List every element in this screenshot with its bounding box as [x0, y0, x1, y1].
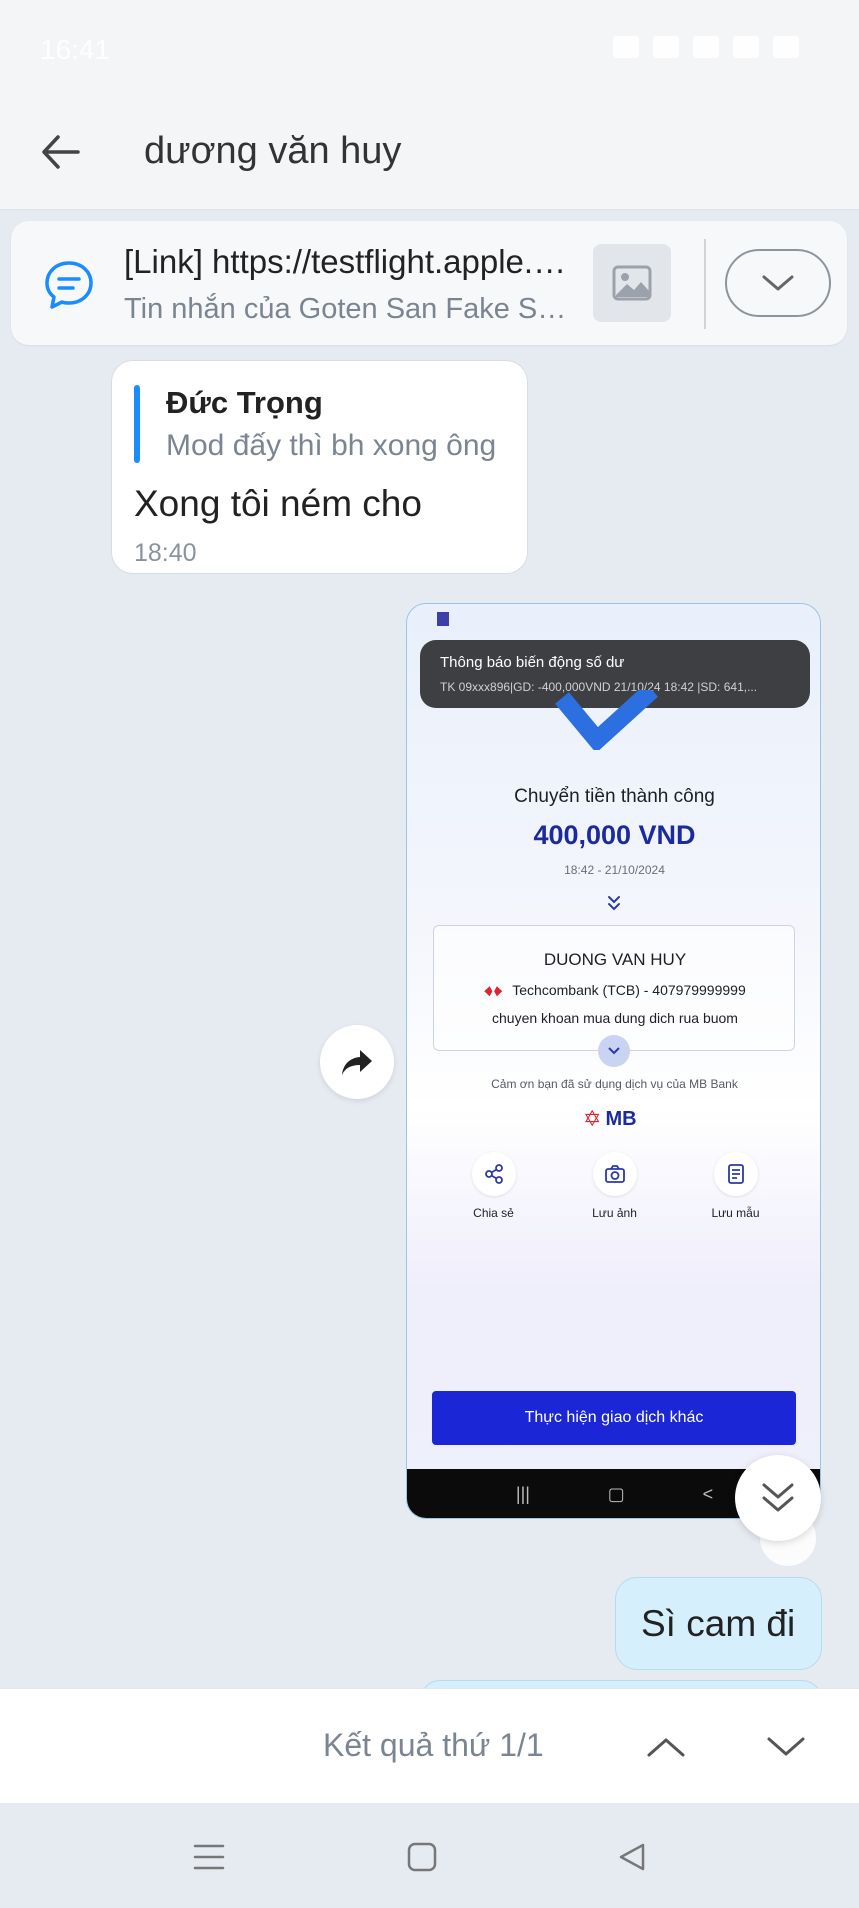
action-label: Chia sẻ: [473, 1206, 514, 1220]
receipt-actions: Chia sẻ Lưu ảnh Lưu mẫu: [407, 1152, 820, 1220]
action-label: Lưu mẫu: [711, 1206, 760, 1220]
result-counter: Kết quả thứ 1/1: [323, 1727, 544, 1763]
action-label: Lưu ảnh: [592, 1206, 637, 1220]
outgoing-message[interactable]: Sì cam đi: [615, 1577, 822, 1670]
app-status-icon: [437, 612, 449, 626]
share-icon: [471, 1152, 516, 1196]
recent-apps-button[interactable]: [185, 1833, 233, 1881]
recipient-bank: Techcombank (TCB) - 407979999999: [434, 982, 796, 998]
image-icon: [612, 265, 652, 301]
quote-bar: [134, 385, 140, 463]
recipient-card: DUONG VAN HUY Techcombank (TCB) - 407979…: [433, 925, 795, 1051]
home-button[interactable]: [398, 1833, 446, 1881]
chevron-down-icon: [762, 275, 794, 291]
pinned-message[interactable]: [Link] https://testflight.apple.com/join…: [11, 221, 847, 345]
back-icon: <: [702, 1484, 714, 1504]
system-back-button[interactable]: [608, 1833, 656, 1881]
expand-details-icon: [598, 1035, 630, 1067]
transfer-datetime: 18:42 - 21/10/2024: [564, 863, 665, 877]
system-nav-bar: [0, 1803, 859, 1908]
forward-button[interactable]: [320, 1025, 394, 1099]
transfer-memo: chuyen khoan mua dung dich rua buom: [492, 1010, 738, 1026]
search-query[interactable]: dương văn huy: [144, 130, 401, 173]
previous-result-button[interactable]: [638, 1719, 694, 1775]
double-chevron-down-icon: [762, 1483, 794, 1512]
status-bar: 16:41: [0, 0, 859, 95]
pinned-expand-button[interactable]: [725, 249, 831, 317]
double-chevron-down-icon: [608, 896, 620, 911]
next-result-button[interactable]: [758, 1719, 814, 1775]
search-result-bar: Kết quả thứ 1/1: [0, 1688, 859, 1803]
mb-logo-text: MB: [605, 1107, 637, 1130]
back-button[interactable]: [36, 127, 92, 177]
home-square-icon: [407, 1842, 437, 1872]
chevron-up-icon: [647, 1738, 685, 1757]
image-message[interactable]: Thông báo biến động số dư TK 09xxx896|GD…: [406, 603, 821, 1519]
new-transaction-button: Thực hiện giao dịch khác: [432, 1391, 796, 1445]
transfer-title: Chuyển tiền thành công: [514, 786, 715, 807]
triangle-back-icon: [619, 1843, 645, 1871]
menu-icon: [193, 1844, 225, 1870]
quote-text: Mod đấy thì bh xong ông: [166, 429, 497, 462]
chevron-down-icon: [767, 1737, 805, 1756]
search-header: dương văn huy: [0, 95, 859, 210]
status-icons: [613, 36, 799, 58]
action-save-image: Lưu ảnh: [570, 1152, 660, 1220]
forward-arrow-icon: [342, 1050, 372, 1075]
mb-star-icon: ✡: [583, 1106, 602, 1131]
recents-icon: |||: [515, 1484, 530, 1504]
pinned-thumbnail: [593, 244, 671, 322]
incoming-message[interactable]: Đức Trọng Mod đấy thì bh xong ông Xong t…: [111, 360, 528, 574]
techcombank-logo-icon: [484, 986, 503, 997]
battery-icon: [773, 36, 799, 58]
recipient-name: DUONG VAN HUY: [543, 950, 687, 969]
pinned-divider: [704, 239, 706, 329]
action-save-template: Lưu mẫu: [691, 1152, 781, 1220]
signal-icon: [733, 36, 759, 58]
wifi-icon: [653, 36, 679, 58]
thanks-text: Cảm ơn bạn đã sử dụng dịch vụ của MB Ban…: [491, 1077, 738, 1091]
document-icon: [713, 1152, 758, 1196]
camera-icon: [592, 1152, 637, 1196]
message-text: Xong tôi ném cho: [134, 483, 422, 524]
notification-title: Thông báo biến động số dư: [440, 654, 625, 671]
alarm-icon: [613, 36, 639, 58]
action-share: Chia sẻ: [449, 1152, 539, 1220]
arrow-left-icon: [42, 135, 80, 169]
data-icon: [693, 36, 719, 58]
transfer-amount: 400,000 VND: [533, 820, 696, 850]
scroll-to-bottom-button[interactable]: [735, 1455, 821, 1541]
quote-author: Đức Trọng: [166, 385, 323, 420]
pinned-subtitle: Tin nhắn của Goten San Fake Scam: [124, 293, 579, 325]
status-time: 16:41: [40, 34, 111, 65]
success-check-icon: [555, 690, 659, 750]
message-time: 18:40: [134, 539, 197, 567]
pinned-title: [Link] https://testflight.apple.com/join…: [124, 243, 579, 280]
message-text: Sì cam đi: [641, 1603, 796, 1644]
mb-bank-logo: ✡ MB: [583, 1104, 653, 1134]
chat-bubble-icon: [45, 261, 93, 309]
recipient-bank-text: Techcombank (TCB) - 407979999999: [512, 982, 746, 998]
home-icon: ▢: [607, 1484, 625, 1504]
